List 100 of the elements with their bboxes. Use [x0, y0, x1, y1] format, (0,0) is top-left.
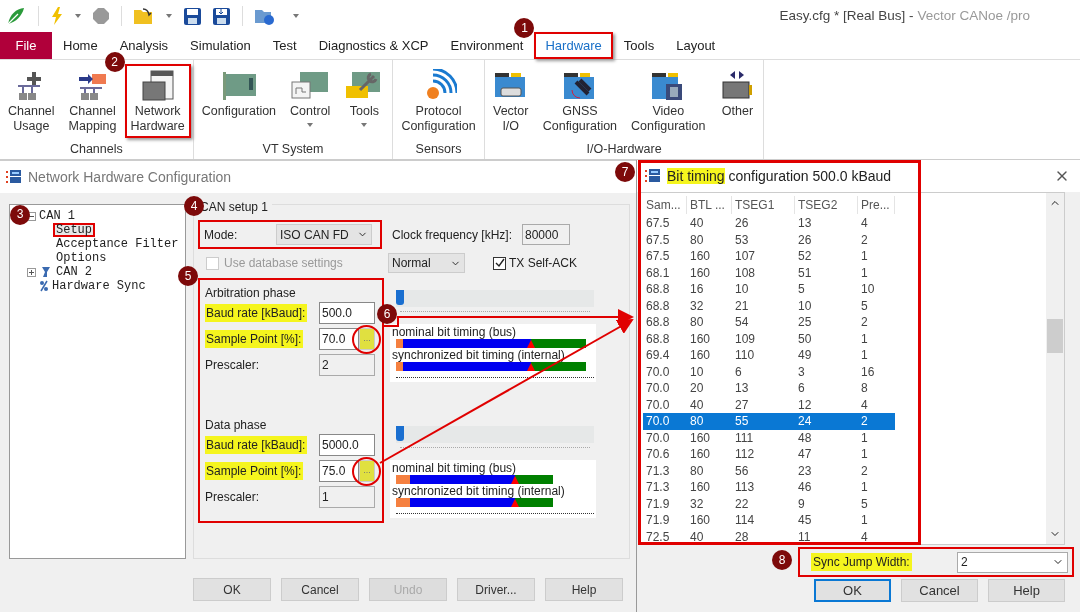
table-row[interactable]: 70.0 40 27 12 4 — [643, 396, 895, 413]
input-field[interactable]: 500.0 — [319, 302, 375, 324]
table-cell-text: 1 — [860, 512, 869, 530]
table-cell-text: 24 — [797, 413, 813, 431]
dialog-button[interactable]: Help — [988, 579, 1065, 602]
tree-item[interactable]: Hardware Sync — [52, 279, 146, 293]
sync-jump-select[interactable]: 2 — [957, 551, 1068, 573]
dialog-button[interactable]: OK — [814, 579, 891, 602]
column-header[interactable]: Pre... — [858, 196, 895, 214]
table-row[interactable]: 68.1 160 108 51 1 — [643, 264, 895, 281]
slider-track[interactable] — [396, 290, 594, 307]
step-badge: 2 — [104, 52, 125, 72]
dialog-button[interactable]: Cancel — [281, 578, 359, 601]
ribbon-button[interactable]: Channel Usage — [2, 64, 61, 138]
folder-icon[interactable] — [134, 7, 154, 25]
table-row[interactable]: 71.3 160 113 46 1 — [643, 479, 895, 496]
tree-item[interactable]: Setup — [53, 223, 95, 237]
dialog-button[interactable]: Driver... — [457, 578, 535, 601]
stop-icon[interactable] — [93, 8, 109, 24]
ribbon-tab[interactable]: Diagnostics & XCP — [307, 32, 440, 59]
ribbon-tab[interactable]: Hardware — [534, 32, 613, 59]
slider-track[interactable] — [396, 426, 594, 443]
ribbon-button[interactable]: Configuration — [195, 64, 283, 123]
column-header[interactable]: TSEG1 — [732, 196, 795, 214]
leaf-icon[interactable] — [6, 6, 26, 26]
input-field[interactable]: 5000.0 — [319, 434, 375, 456]
table-row[interactable]: 68.8 16 10 5 10 — [643, 281, 895, 298]
scroll-thumb[interactable] — [1047, 319, 1063, 353]
ribbon-button[interactable]: Control — [284, 64, 337, 131]
save-icon[interactable] — [184, 7, 201, 25]
folder-globe-icon[interactable] — [255, 7, 275, 25]
table-cell-text: 80 — [689, 314, 705, 332]
table-row[interactable]: 69.4 160 110 49 1 — [643, 347, 895, 364]
table-row[interactable]: 68.8 80 54 25 2 — [643, 314, 895, 331]
checkbox[interactable] — [493, 256, 506, 270]
table-row[interactable]: 72.5 40 28 11 4 — [643, 528, 895, 545]
group-label: Channels — [69, 141, 123, 159]
table-cell-text: 160 — [689, 429, 712, 447]
ribbon-button[interactable]: Tools — [338, 64, 391, 131]
table-cell-text: 70.0 — [645, 380, 671, 398]
field-label: Clock frequency [kHz]: — [392, 226, 514, 244]
file-tab[interactable]: File — [0, 32, 52, 59]
table-row[interactable]: 70.0 160 111 48 1 — [643, 429, 895, 446]
scrollbar[interactable] — [1046, 193, 1064, 544]
readonly-field[interactable]: 1 — [319, 486, 375, 508]
table-row[interactable]: 67.5 160 107 52 1 — [643, 248, 895, 265]
save-as-icon[interactable] — [213, 7, 230, 25]
tree-item[interactable]: Options — [53, 251, 110, 265]
input-field[interactable]: 75.0 — [319, 460, 359, 482]
input-field[interactable]: 70.0 — [319, 328, 359, 350]
column-header[interactable]: BTL ... — [687, 196, 732, 214]
mode-select[interactable]: ISO CAN FD — [276, 224, 372, 245]
ribbon-button[interactable]: Protocol Configuration — [395, 64, 482, 138]
step-badge: 5 — [178, 266, 198, 286]
clock-field[interactable]: 80000 — [522, 224, 570, 245]
output-mode-select[interactable]: Normal — [388, 253, 465, 273]
table-row[interactable]: 71.3 80 56 23 2 — [643, 462, 895, 479]
dialog-button[interactable]: OK — [193, 578, 271, 601]
table-row[interactable]: 70.6 160 112 47 1 — [643, 446, 895, 463]
dialog-button[interactable]: Cancel — [901, 579, 978, 602]
tree-item[interactable]: Acceptance Filter — [53, 237, 182, 251]
table-cell-text: 160 — [689, 479, 712, 497]
table-row[interactable]: 67.5 80 53 26 2 — [643, 231, 895, 248]
tree-item[interactable]: CAN 1 — [39, 209, 75, 223]
table-cell-text: 3 — [797, 363, 806, 381]
column-header[interactable]: Sam... — [643, 196, 687, 214]
ribbon-button[interactable]: GNSS Configuration — [536, 64, 624, 138]
slider-thumb[interactable] — [396, 290, 404, 305]
table-row[interactable]: 70.0 20 13 6 8 — [643, 380, 895, 397]
ribbon-button[interactable]: Other — [713, 64, 762, 123]
ribbon-tab[interactable]: Simulation — [179, 32, 262, 59]
column-header[interactable]: TSEG2 — [795, 196, 858, 214]
table-cell-text: 71.9 — [645, 495, 671, 513]
ribbon-button[interactable]: Network Hardware — [124, 64, 191, 138]
readonly-field[interactable]: 2 — [319, 354, 375, 376]
table-cell-text: 22 — [734, 495, 750, 513]
table-row[interactable]: 67.5 40 26 13 4 — [643, 215, 895, 232]
dialog-button[interactable]: Help — [545, 578, 623, 601]
tree-item[interactable]: CAN 2 — [56, 265, 92, 279]
ribbon-tab[interactable]: Tools — [612, 32, 666, 59]
table-row[interactable]: 71.9 32 22 9 5 — [643, 495, 895, 512]
ribbon-tab[interactable]: Layout — [665, 32, 727, 59]
table-row[interactable]: 71.9 160 114 45 1 — [643, 512, 895, 529]
ribbon-button[interactable]: Video Configuration — [625, 64, 712, 138]
table-cell-text: 71.9 — [645, 512, 671, 530]
table-cell-text: 28 — [734, 528, 750, 546]
table-cell-text: 26 — [734, 215, 750, 233]
table-row[interactable]: 68.8 32 21 10 5 — [643, 297, 895, 314]
expand-icon[interactable] — [27, 267, 36, 277]
ribbon-button[interactable]: Vector I/O — [486, 64, 535, 138]
table-cell-text: 10 — [689, 363, 705, 381]
table-row[interactable]: 68.8 160 109 50 1 — [643, 330, 895, 347]
table-row[interactable]: 70.0 10 6 3 16 — [643, 363, 895, 380]
table-cell-text: 70.0 — [645, 413, 671, 431]
caret-icon — [293, 14, 299, 18]
table-row[interactable]: 70.0 80 55 24 2 — [643, 413, 895, 430]
ribbon-tab[interactable]: Test — [261, 32, 308, 59]
slider-thumb[interactable] — [396, 426, 404, 441]
field-label: Mode: — [204, 226, 239, 244]
dialog-title: Bit timing configuration 500.0 kBaud — [667, 166, 892, 186]
